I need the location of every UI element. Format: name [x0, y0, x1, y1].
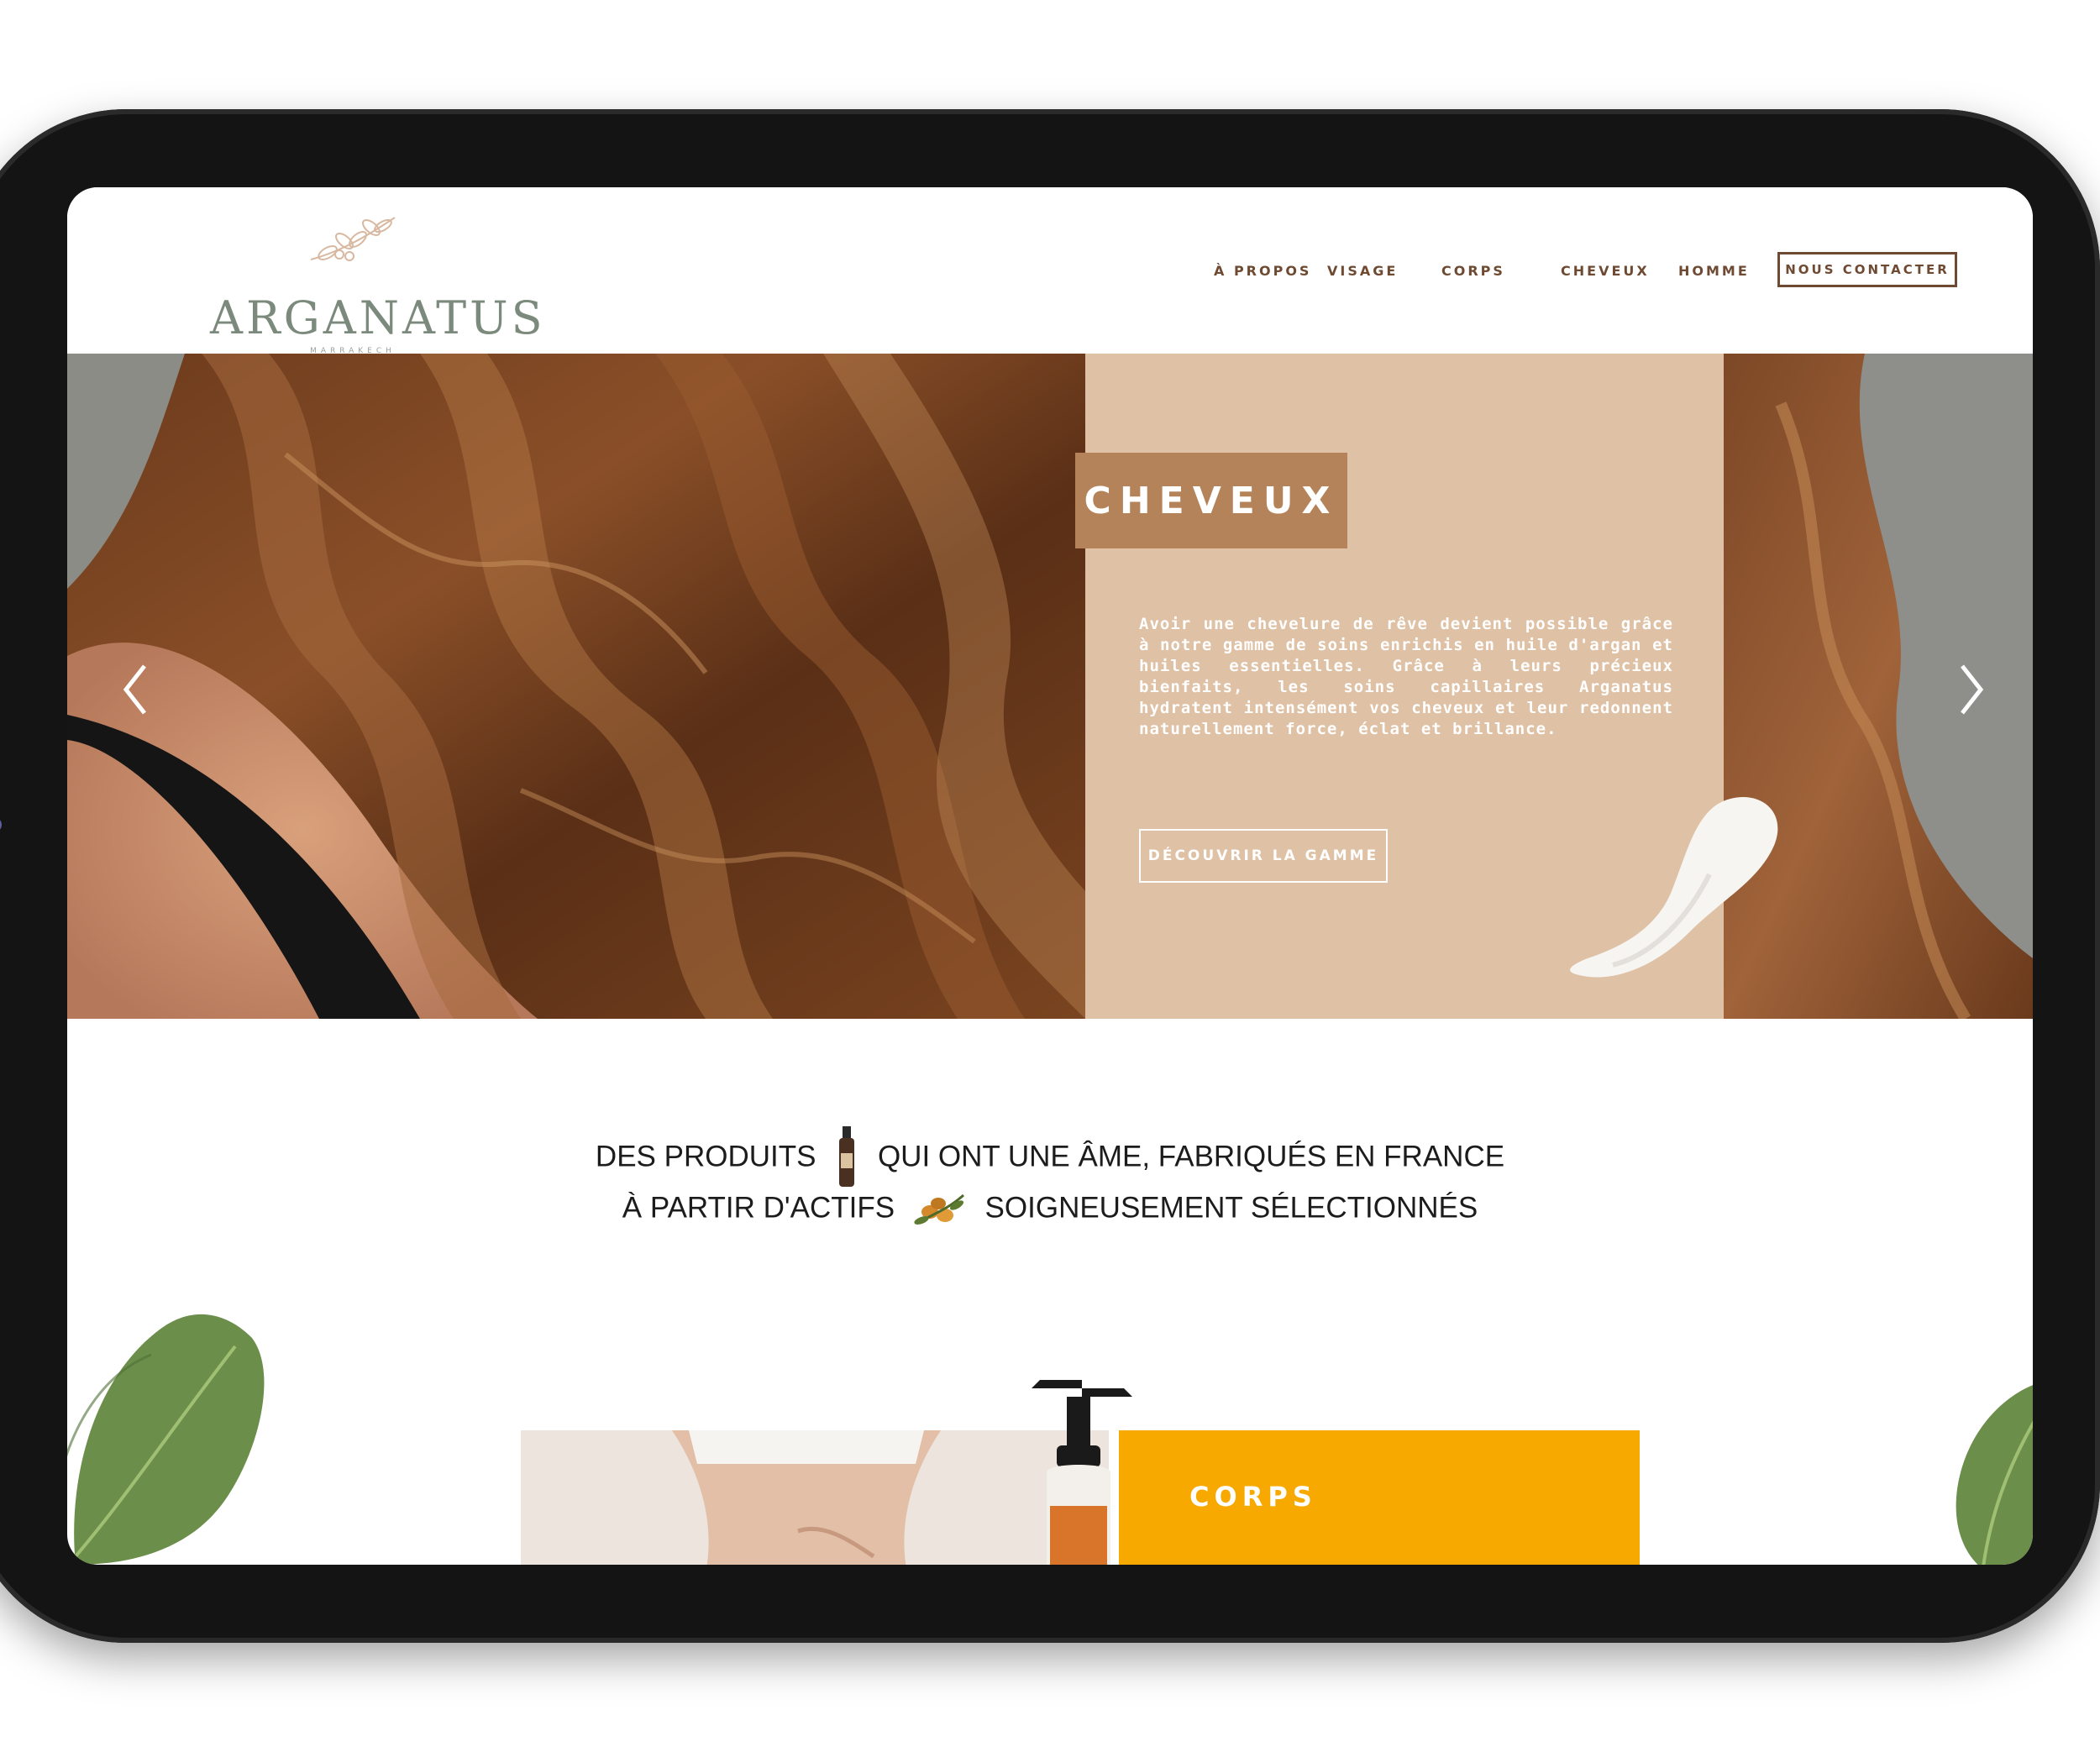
- brand-name: ARGANATUS: [210, 291, 546, 344]
- leaf-decoration-right: [1956, 1385, 2033, 1565]
- chevron-right-icon[interactable]: [1945, 656, 1996, 723]
- discover-range-button[interactable]: DÉCOUVRIR LA GAMME: [1139, 829, 1388, 883]
- hero-slider: CHEVEUX Avoir une chevelure de rêve devi…: [67, 354, 2033, 1019]
- tagline-text: QUI ONT UNE ÂME, FABRIQUÉS EN FRANCE: [877, 1140, 1505, 1173]
- tagline-text: DES PRODUITS: [595, 1140, 816, 1173]
- camera-icon: [0, 817, 2, 832]
- hero-description: Avoir une chevelure de rêve devient poss…: [1139, 615, 1673, 738]
- site-header: ARGANATUS MARRAKECH À PROPOS VISAGE CORP…: [67, 187, 2033, 355]
- tagline-line-1: DES PRODUITS QUI ONT UNE ÂME, FABRIQUÉS …: [67, 1126, 2033, 1190]
- tagline-line-2: À PARTIR D'ACTIFS SOIGNEUSEMENT SÉLECTIO…: [67, 1190, 2033, 1229]
- browser-viewport: ARGANATUS MARRAKECH À PROPOS VISAGE CORP…: [67, 187, 2033, 1565]
- nav-item-cheveux[interactable]: CHEVEUX: [1561, 263, 1650, 279]
- brand-tagline: DES PRODUITS QUI ONT UNE ÂME, FABRIQUÉS …: [67, 1126, 2033, 1229]
- nav-item-a-propos[interactable]: À PROPOS: [1214, 263, 1311, 279]
- nav-item-visage[interactable]: VISAGE: [1327, 263, 1398, 279]
- brand-logo[interactable]: ARGANATUS MARRAKECH: [210, 211, 543, 355]
- nav-item-homme[interactable]: HOMME: [1678, 263, 1750, 279]
- chevron-left-icon[interactable]: [111, 656, 161, 723]
- cream-swatch-image: [1570, 797, 1778, 978]
- model-torso-image: [521, 1430, 1109, 1565]
- argan-sprig-icon: [310, 217, 396, 261]
- oil-bottle-icon: [839, 1126, 855, 1187]
- body-lotion-bottle-image: [1032, 1380, 1132, 1565]
- corps-title: CORPS: [1189, 1481, 1317, 1513]
- tagline-text: SOIGNEUSEMENT SÉLECTIONNÉS: [984, 1191, 1478, 1225]
- tagline-text: À PARTIR D'ACTIFS: [622, 1191, 895, 1225]
- argan-fruit-icon: [914, 1193, 964, 1225]
- hero-title: CHEVEUX: [1075, 453, 1347, 548]
- leaf-decoration-left: [67, 1314, 265, 1565]
- nav-item-corps[interactable]: CORPS: [1441, 263, 1505, 279]
- contact-button[interactable]: NOUS CONTACTER: [1777, 252, 1957, 287]
- corps-image: [521, 1430, 1109, 1565]
